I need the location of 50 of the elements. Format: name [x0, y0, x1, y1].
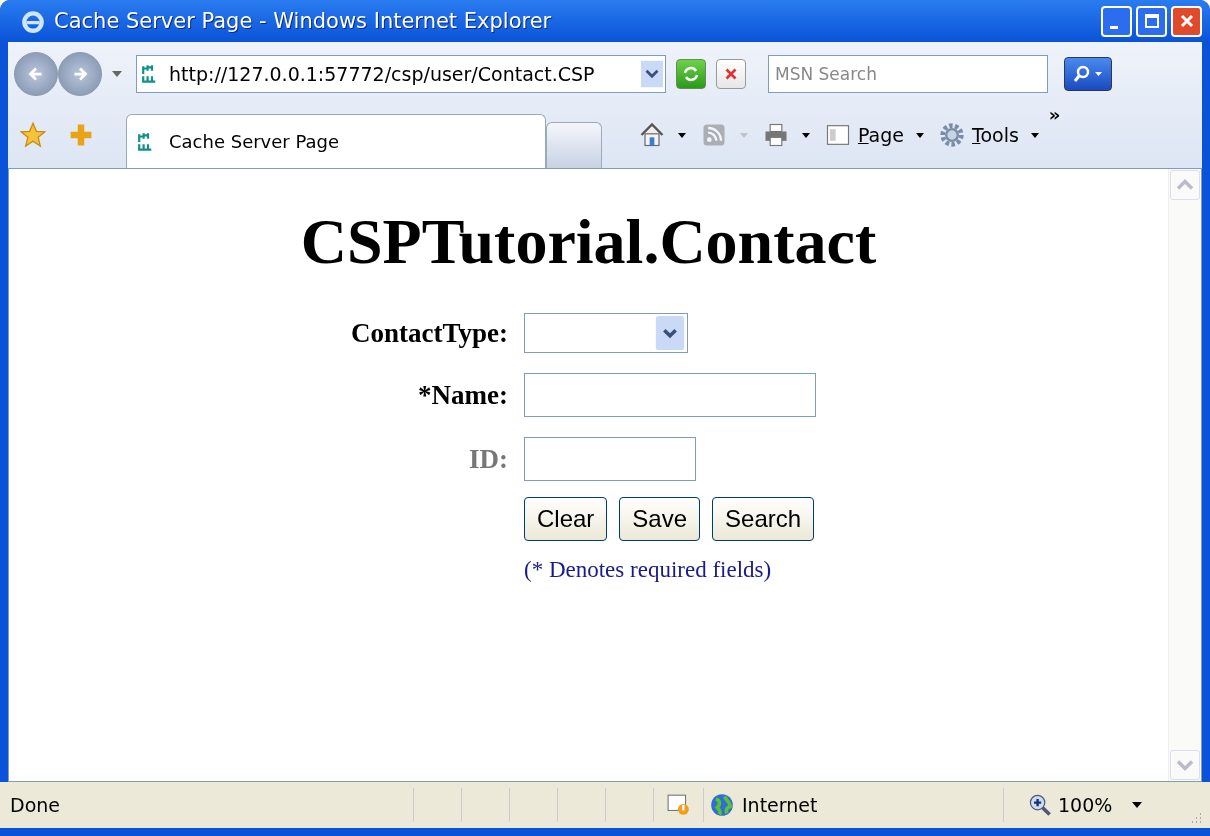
- home-icon: [638, 121, 666, 149]
- page-heading: CSPTutorial.Contact: [300, 205, 877, 279]
- caret-icon: [740, 132, 748, 138]
- field-label: *Name:: [418, 379, 508, 411]
- address-field[interactable]: http://127.0.0.1:57772/csp/user/Contact.CSP: [136, 55, 666, 93]
- warning-icon: [666, 793, 691, 817]
- dropdown-field[interactable]: [524, 313, 688, 353]
- refresh-icon: [681, 64, 701, 84]
- history-dropdown-icon[interactable]: [112, 71, 122, 77]
- stop-button[interactable]: [716, 59, 746, 89]
- scrollbar[interactable]: [1168, 169, 1201, 781]
- field-label: ContactType:: [351, 317, 508, 349]
- new-tab-button[interactable]: [546, 122, 602, 168]
- home-button[interactable]: [638, 121, 686, 149]
- star-icon[interactable]: [20, 122, 46, 148]
- browser-logo-icon: [20, 8, 46, 34]
- back-button[interactable]: [14, 52, 58, 96]
- status-text: Done: [8, 788, 414, 822]
- zone-label: Internet: [742, 794, 818, 816]
- menu-button[interactable]: Tools: [938, 121, 1039, 149]
- forward-button[interactable]: [58, 52, 102, 96]
- magnifier-icon: [1028, 793, 1052, 817]
- field-label: ID:: [469, 443, 508, 475]
- caret-icon: [1030, 132, 1039, 138]
- caret-icon: [678, 132, 686, 138]
- browser-tab[interactable]: Cache Server Page: [126, 114, 546, 168]
- required-note: (* Denotes required fields): [524, 557, 773, 583]
- maximize-button[interactable]: [1136, 5, 1167, 37]
- form-button[interactable]: Clear: [524, 497, 608, 541]
- chevron-icon: [1170, 170, 1200, 200]
- gear-icon: [938, 121, 966, 149]
- search-button[interactable]: [1064, 57, 1112, 91]
- caret-icon: [802, 132, 810, 138]
- menu-button[interactable]: Page: [824, 121, 924, 149]
- input-field[interactable]: [524, 373, 816, 417]
- form-button[interactable]: Search: [712, 497, 815, 541]
- window-title: Cache Server Page - Windows Internet Explorer: [54, 9, 553, 33]
- close-button[interactable]: [1171, 5, 1202, 37]
- input-field[interactable]: [524, 437, 696, 481]
- chevron-icon: [1170, 750, 1200, 780]
- search-field[interactable]: MSN Search: [768, 55, 1048, 93]
- zoom-button[interactable]: 100%: [1028, 793, 1113, 817]
- caret-icon: [916, 132, 924, 138]
- globe-icon: [710, 793, 734, 817]
- minimize-icon: [1109, 25, 1118, 29]
- dropdown-arrow-icon[interactable]: [1132, 802, 1143, 808]
- chevron-button[interactable]: »: [1048, 104, 1061, 125]
- minimize-button[interactable]: [1101, 5, 1132, 37]
- form-button[interactable]: Save: [619, 497, 701, 541]
- refresh-button[interactable]: [676, 59, 706, 89]
